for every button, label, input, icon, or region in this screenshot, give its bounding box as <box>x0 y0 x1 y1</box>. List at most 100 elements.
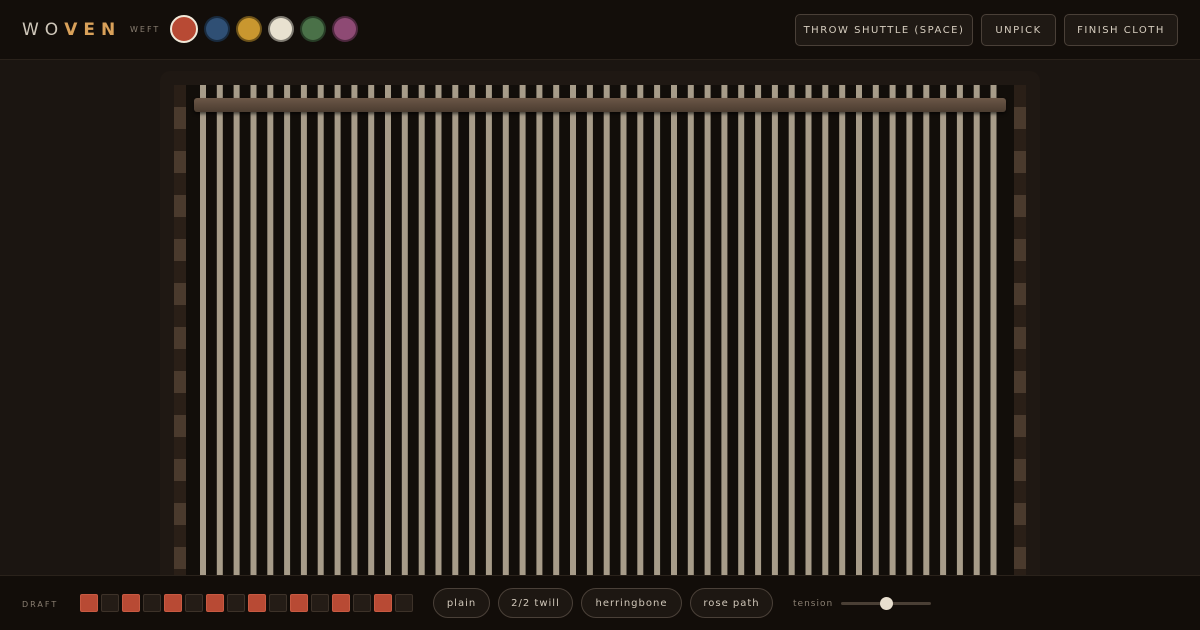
logo-text-accent: VEN <box>64 20 122 40</box>
selvedge-block <box>1014 129 1026 151</box>
green-swatch[interactable] <box>300 16 326 42</box>
selvedge-block <box>1014 415 1026 437</box>
warp-thread <box>351 85 358 591</box>
selvedge-block <box>174 85 186 107</box>
warp-thread <box>216 85 223 591</box>
warp-thread <box>973 85 980 591</box>
warp-thread <box>536 85 543 591</box>
draft-label: DRAFT <box>22 600 59 609</box>
selvedge-block <box>1014 217 1026 239</box>
warp-thread <box>435 85 442 591</box>
draft-cell[interactable] <box>164 594 182 612</box>
draft-cell[interactable] <box>290 594 308 612</box>
cream-swatch[interactable] <box>268 16 294 42</box>
selvedge-block <box>1014 151 1026 173</box>
selvedge-block <box>174 547 186 569</box>
selvedge-block <box>174 437 186 459</box>
warp-thread <box>856 85 862 591</box>
warp-thread <box>586 85 593 591</box>
breast-beam <box>194 98 1006 112</box>
selvedge-block <box>1014 437 1026 459</box>
warp-thread <box>788 85 795 591</box>
red-swatch[interactable] <box>170 15 198 43</box>
selvedge-block <box>174 283 186 305</box>
warp-thread <box>906 85 913 591</box>
selvedge-block <box>174 525 186 547</box>
warp-thread <box>267 85 274 591</box>
warp-thread <box>233 85 240 591</box>
warp-thread <box>317 85 324 591</box>
pattern-twill-button[interactable]: 2/2 twill <box>498 588 573 618</box>
unpick-button[interactable]: UNPICK <box>981 14 1056 46</box>
draft-cell[interactable] <box>353 594 371 612</box>
selvedge-block <box>1014 305 1026 327</box>
selvedge-block <box>174 195 186 217</box>
blue-swatch[interactable] <box>204 16 230 42</box>
selvedge-block <box>174 239 186 261</box>
warp-threads <box>174 85 1026 591</box>
selvedge-block <box>174 371 186 393</box>
plum-swatch[interactable] <box>332 16 358 42</box>
selvedge-block <box>174 459 186 481</box>
draft-cell[interactable] <box>248 594 266 612</box>
warp-thread <box>671 85 677 591</box>
selvedge-block <box>1014 503 1026 525</box>
pattern-plain-button[interactable]: plain <box>433 588 490 618</box>
warp-thread <box>654 85 661 591</box>
draft-cell[interactable] <box>122 594 140 612</box>
selvedge-block <box>174 217 186 239</box>
warp-thread <box>570 85 576 591</box>
selvedge-block <box>174 327 186 349</box>
draft-cell[interactable] <box>374 594 392 612</box>
selvedge-block <box>1014 481 1026 503</box>
warp-thread <box>721 85 728 591</box>
warp-thread <box>603 85 610 591</box>
warp-thread <box>839 85 846 591</box>
warp-thread <box>418 85 425 591</box>
warp-thread <box>872 85 879 591</box>
selvedge-block <box>174 129 186 151</box>
draft-cell[interactable] <box>227 594 245 612</box>
selvedge-block <box>1014 393 1026 415</box>
finish-cloth-button[interactable]: FINISH CLOTH <box>1064 14 1178 46</box>
warp-thread <box>956 85 963 591</box>
selvedge-block <box>174 261 186 283</box>
draft-cell[interactable] <box>80 594 98 612</box>
draft-cell[interactable] <box>311 594 329 612</box>
selvedge-block <box>1014 525 1026 547</box>
warp-area[interactable] <box>174 85 1026 591</box>
draft-cell[interactable] <box>395 594 413 612</box>
draft-cell[interactable] <box>332 594 350 612</box>
selvedge-block <box>1014 85 1026 107</box>
draft-cell[interactable] <box>269 594 287 612</box>
draft-cell[interactable] <box>206 594 224 612</box>
draft-cell[interactable] <box>101 594 119 612</box>
weft-swatch-group <box>170 15 358 43</box>
selvedge-block <box>1014 547 1026 569</box>
warp-thread <box>923 85 930 591</box>
selvedge-block <box>1014 239 1026 261</box>
selvedge-block <box>1014 371 1026 393</box>
warp-thread <box>687 85 694 591</box>
throw-shuttle-button[interactable]: THROW SHUTTLE (SPACE) <box>795 14 973 46</box>
draft-cell[interactable] <box>143 594 161 612</box>
selvedge-block <box>1014 173 1026 195</box>
warp-thread <box>502 85 509 591</box>
selvedge-block <box>174 107 186 129</box>
selvedge-block <box>174 393 186 415</box>
warp-thread <box>250 85 257 591</box>
warp-thread <box>738 85 745 591</box>
app-logo: WOVEN <box>22 19 121 41</box>
bottom-bar: DRAFT plain 2/2 twill herringbone rose p… <box>0 575 1200 630</box>
top-bar: WOVEN WEFT THROW SHUTTLE (SPACE) UNPICK … <box>0 0 1200 60</box>
warp-thread <box>300 85 307 591</box>
gold-swatch[interactable] <box>236 16 262 42</box>
pattern-herringbone-button[interactable]: herringbone <box>581 588 682 618</box>
selvedge-block <box>174 415 186 437</box>
draft-cell[interactable] <box>185 594 203 612</box>
warp-thread <box>334 85 341 591</box>
pattern-rose-path-button[interactable]: rose path <box>690 588 773 618</box>
warp-thread <box>771 85 778 591</box>
warp-thread <box>940 85 947 591</box>
tension-slider-knob[interactable] <box>879 597 893 610</box>
